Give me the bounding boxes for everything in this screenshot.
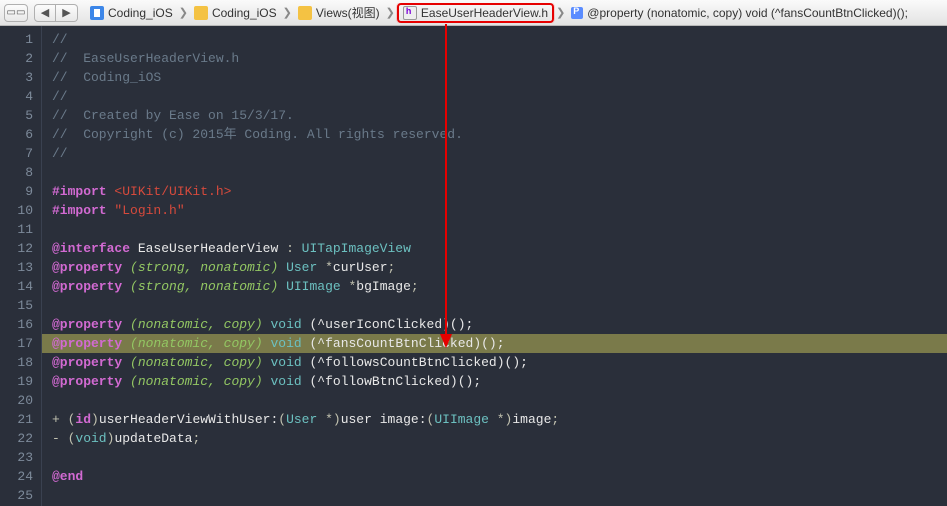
code-line[interactable] — [52, 163, 947, 182]
line-number: 7 — [0, 144, 33, 163]
breadcrumb-label: Views(视图) — [316, 4, 380, 21]
line-number: 10 — [0, 201, 33, 220]
line-number: 9 — [0, 182, 33, 201]
breadcrumb-label: Coding_iOS — [212, 6, 277, 20]
code-line[interactable]: - (void)updateData; — [52, 429, 947, 448]
code-line[interactable]: #import "Login.h" — [52, 201, 947, 220]
code-line[interactable]: #import <UIKit/UIKit.h> — [52, 182, 947, 201]
line-number: 21 — [0, 410, 33, 429]
line-number: 19 — [0, 372, 33, 391]
code-line[interactable]: // EaseUserHeaderView.h — [52, 49, 947, 68]
line-number: 23 — [0, 448, 33, 467]
line-number: 6 — [0, 125, 33, 144]
hfile-icon — [403, 6, 417, 20]
folder-icon — [194, 6, 208, 20]
code-area[interactable]: //// EaseUserHeaderView.h// Coding_iOS//… — [42, 26, 947, 506]
line-number: 25 — [0, 486, 33, 505]
back-button[interactable]: ◀ — [34, 4, 56, 22]
breadcrumb-item[interactable]: EaseUserHeaderView.h — [397, 3, 554, 23]
line-number: 2 — [0, 49, 33, 68]
breadcrumb-item[interactable]: Views(视图) — [294, 3, 384, 23]
code-line[interactable] — [52, 448, 947, 467]
def-icon — [571, 7, 583, 19]
line-number: 22 — [0, 429, 33, 448]
line-number: 1 — [0, 30, 33, 49]
line-number: 20 — [0, 391, 33, 410]
code-line[interactable] — [52, 220, 947, 239]
breadcrumb-label: @property (nonatomic, copy) void (^fansC… — [587, 6, 908, 20]
code-line[interactable]: // Coding_iOS — [52, 68, 947, 87]
breadcrumb-label: Coding_iOS — [108, 6, 173, 20]
line-number: 16 — [0, 315, 33, 334]
line-number: 5 — [0, 106, 33, 125]
line-number: 13 — [0, 258, 33, 277]
code-line[interactable]: @end — [52, 467, 947, 486]
chevron-right-icon: ❯ — [177, 6, 190, 19]
code-line[interactable]: // — [52, 30, 947, 49]
code-line[interactable] — [52, 391, 947, 410]
code-line[interactable]: // Created by Ease on 15/3/17. — [52, 106, 947, 125]
line-number-gutter: 1234567891011121314151617181920212223242… — [0, 26, 42, 506]
breadcrumb-item[interactable]: @property (nonatomic, copy) void (^fansC… — [567, 3, 912, 23]
jump-bar: ▭▭ ◀ ▶ Coding_iOS ❯ Coding_iOS ❯ Views(视图) ❯ E… — [0, 0, 947, 26]
line-number: 3 — [0, 68, 33, 87]
folder-icon — [298, 6, 312, 20]
breadcrumb-label: EaseUserHeaderView.h — [421, 6, 548, 20]
line-number: 8 — [0, 163, 33, 182]
nav-history: ◀ ▶ — [34, 4, 78, 22]
code-line[interactable]: // — [52, 87, 947, 106]
forward-button[interactable]: ▶ — [56, 4, 78, 22]
chevron-right-icon: ❯ — [281, 6, 294, 19]
breadcrumb-item[interactable]: Coding_iOS — [86, 3, 177, 23]
line-number: 18 — [0, 353, 33, 372]
editor: 1234567891011121314151617181920212223242… — [0, 26, 947, 506]
chevron-right-icon: ❯ — [384, 6, 397, 19]
code-line[interactable]: + (id)userHeaderViewWithUser:(User *)use… — [52, 410, 947, 429]
line-number: 11 — [0, 220, 33, 239]
code-line[interactable]: @interface EaseUserHeaderView : UITapIma… — [52, 239, 947, 258]
code-line[interactable]: @property (strong, nonatomic) UIImage *b… — [52, 277, 947, 296]
proj-icon — [90, 6, 104, 20]
related-items-button[interactable]: ▭▭ — [4, 4, 28, 22]
code-line[interactable]: @property (nonatomic, copy) void (^userI… — [52, 315, 947, 334]
code-line[interactable]: @property (nonatomic, copy) void (^follo… — [52, 372, 947, 391]
code-line[interactable] — [52, 296, 947, 315]
code-line[interactable]: @property (nonatomic, copy) void (^follo… — [52, 353, 947, 372]
line-number: 17 — [0, 334, 33, 353]
line-number: 15 — [0, 296, 33, 315]
line-number: 24 — [0, 467, 33, 486]
line-number: 12 — [0, 239, 33, 258]
breadcrumb-item[interactable]: Coding_iOS — [190, 3, 281, 23]
code-line[interactable]: // — [52, 144, 947, 163]
code-line[interactable]: @property (nonatomic, copy) void (^fansC… — [42, 334, 947, 353]
line-number: 4 — [0, 87, 33, 106]
code-line[interactable]: @property (strong, nonatomic) User *curU… — [52, 258, 947, 277]
line-number: 14 — [0, 277, 33, 296]
code-line[interactable] — [52, 486, 947, 505]
chevron-right-icon: ❯ — [554, 6, 567, 19]
code-line[interactable]: // Copyright (c) 2015年 Coding. All right… — [52, 125, 947, 144]
breadcrumbs: Coding_iOS ❯ Coding_iOS ❯ Views(视图) ❯ EaseUser… — [86, 3, 912, 23]
